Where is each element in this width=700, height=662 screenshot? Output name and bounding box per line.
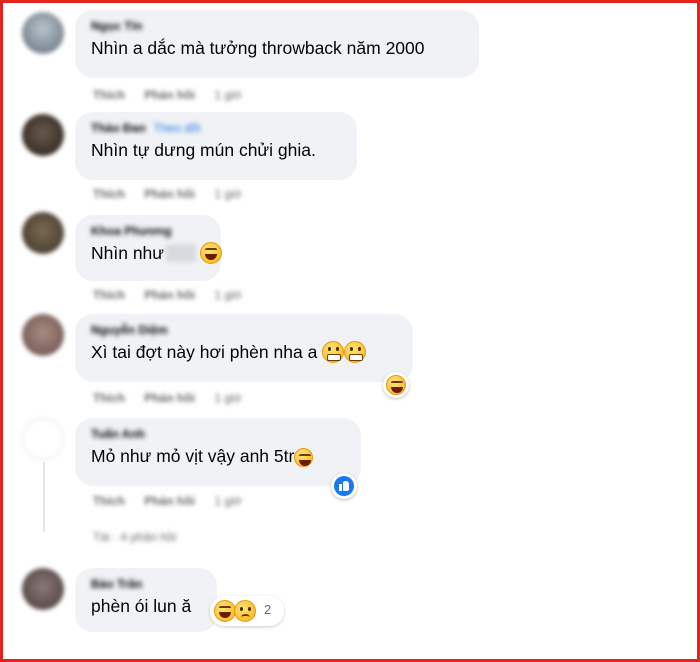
comment-author[interactable]: Bảo Trân [91, 576, 205, 592]
like-link[interactable]: Thích [93, 88, 125, 102]
thread-line [43, 462, 45, 532]
comment-time[interactable]: 1 giờ [214, 187, 241, 201]
laughing-face-emoji [294, 448, 314, 467]
reply-link[interactable]: Phản hồi [144, 494, 195, 508]
comment-bubble: Khoa Phương Nhìn như [75, 215, 223, 281]
comment-bubble: Nguyễn Diệm Xì tai đợt này hơi phèn nha … [75, 314, 413, 382]
reply-link[interactable]: Phản hồi [144, 88, 195, 102]
laughing-face-emoji [386, 375, 406, 395]
avatar[interactable] [22, 314, 64, 356]
comment-actions: Thích Phản hồi 1 giờ [93, 187, 258, 201]
comment-actions: Thích Phản hồi 1 giờ [93, 88, 258, 102]
laughing-face-emoji [214, 600, 236, 622]
like-link[interactable]: Thích [93, 494, 125, 508]
comment-author[interactable]: Ngọc Tín [91, 18, 467, 34]
like-link[interactable]: Thích [93, 288, 125, 302]
comment-bubble: Ngọc Tín Nhìn a dắc mà tưởng throwback n… [75, 10, 479, 78]
like-link[interactable]: Thích [93, 391, 125, 405]
avatar[interactable] [22, 212, 64, 254]
comment-actions: Thích Phản hồi 1 giờ [93, 494, 258, 508]
comment-text-row: Nhìn như [91, 241, 223, 265]
censored-image [166, 244, 197, 262]
grimacing-face-emoji [344, 341, 367, 363]
comment-text-row: Xì tai đợt này hơi phèn nha a [91, 340, 401, 364]
comment-actions: Thích Phản hồi 1 giờ [93, 391, 258, 405]
comment-bubble: Bảo Trân phèn ói lun ă [75, 568, 217, 632]
comment-time[interactable]: 1 giờ [214, 88, 241, 102]
comment-text: Xì tai đợt này hơi phèn nha a [91, 342, 318, 362]
sad-face-emoji [234, 600, 256, 622]
like-link[interactable]: Thích [93, 187, 125, 201]
comment-time[interactable]: 1 giờ [214, 494, 241, 508]
avatar[interactable] [22, 114, 64, 156]
grimacing-face-emoji [322, 341, 345, 363]
comment-time[interactable]: 1 giờ [214, 288, 241, 302]
reaction-summary[interactable]: 2 [210, 596, 284, 626]
comment-text: Mỏ như mỏ vịt vậy anh 5tr [91, 446, 295, 466]
avatar[interactable] [22, 12, 64, 54]
comment-author[interactable]: Thảo Đan [91, 121, 146, 135]
reply-link[interactable]: Phản hồi [144, 288, 195, 302]
like-reaction-badge[interactable] [331, 473, 357, 499]
comment-bubble: Thảo Đan Theo dõi Nhìn tự dưng mún chửi g… [75, 112, 357, 180]
comment-time[interactable]: 1 giờ [214, 391, 241, 405]
view-replies-link[interactable]: Tài · 4 phản hồi [93, 530, 176, 544]
reply-link[interactable]: Phản hồi [144, 187, 195, 201]
comment-author[interactable]: Tuấn Anh [91, 426, 349, 442]
comment-author[interactable]: Nguyễn Diệm [91, 322, 401, 338]
reaction-count: 2 [264, 602, 272, 617]
like-thumb-icon [334, 476, 354, 496]
reaction-badge[interactable] [383, 372, 409, 398]
comment-text: Nhìn a dắc mà tưởng throwback năm 2000 [91, 38, 425, 58]
comment-text: Nhìn như [91, 243, 165, 263]
comment-text: phèn ói lun ă [91, 596, 192, 616]
follow-tag[interactable]: Theo dõi [154, 121, 201, 135]
avatar[interactable] [22, 568, 64, 610]
reply-link[interactable]: Phản hồi [144, 391, 195, 405]
avatar[interactable] [22, 418, 64, 460]
comment-text-row: Mỏ như mỏ vịt vậy anh 5tr [91, 444, 349, 468]
comment-author[interactable]: Khoa Phương [91, 223, 209, 239]
laughing-face-emoji [200, 242, 223, 264]
comment-author-row: Thảo Đan Theo dõi [91, 120, 345, 136]
comment-bubble: Tuấn Anh Mỏ như mỏ vịt vậy anh 5tr [75, 418, 361, 486]
comment-actions: Thích Phản hồi 1 giờ [93, 288, 258, 302]
comment-text: Nhìn tự dưng mún chửi ghia. [91, 140, 316, 160]
